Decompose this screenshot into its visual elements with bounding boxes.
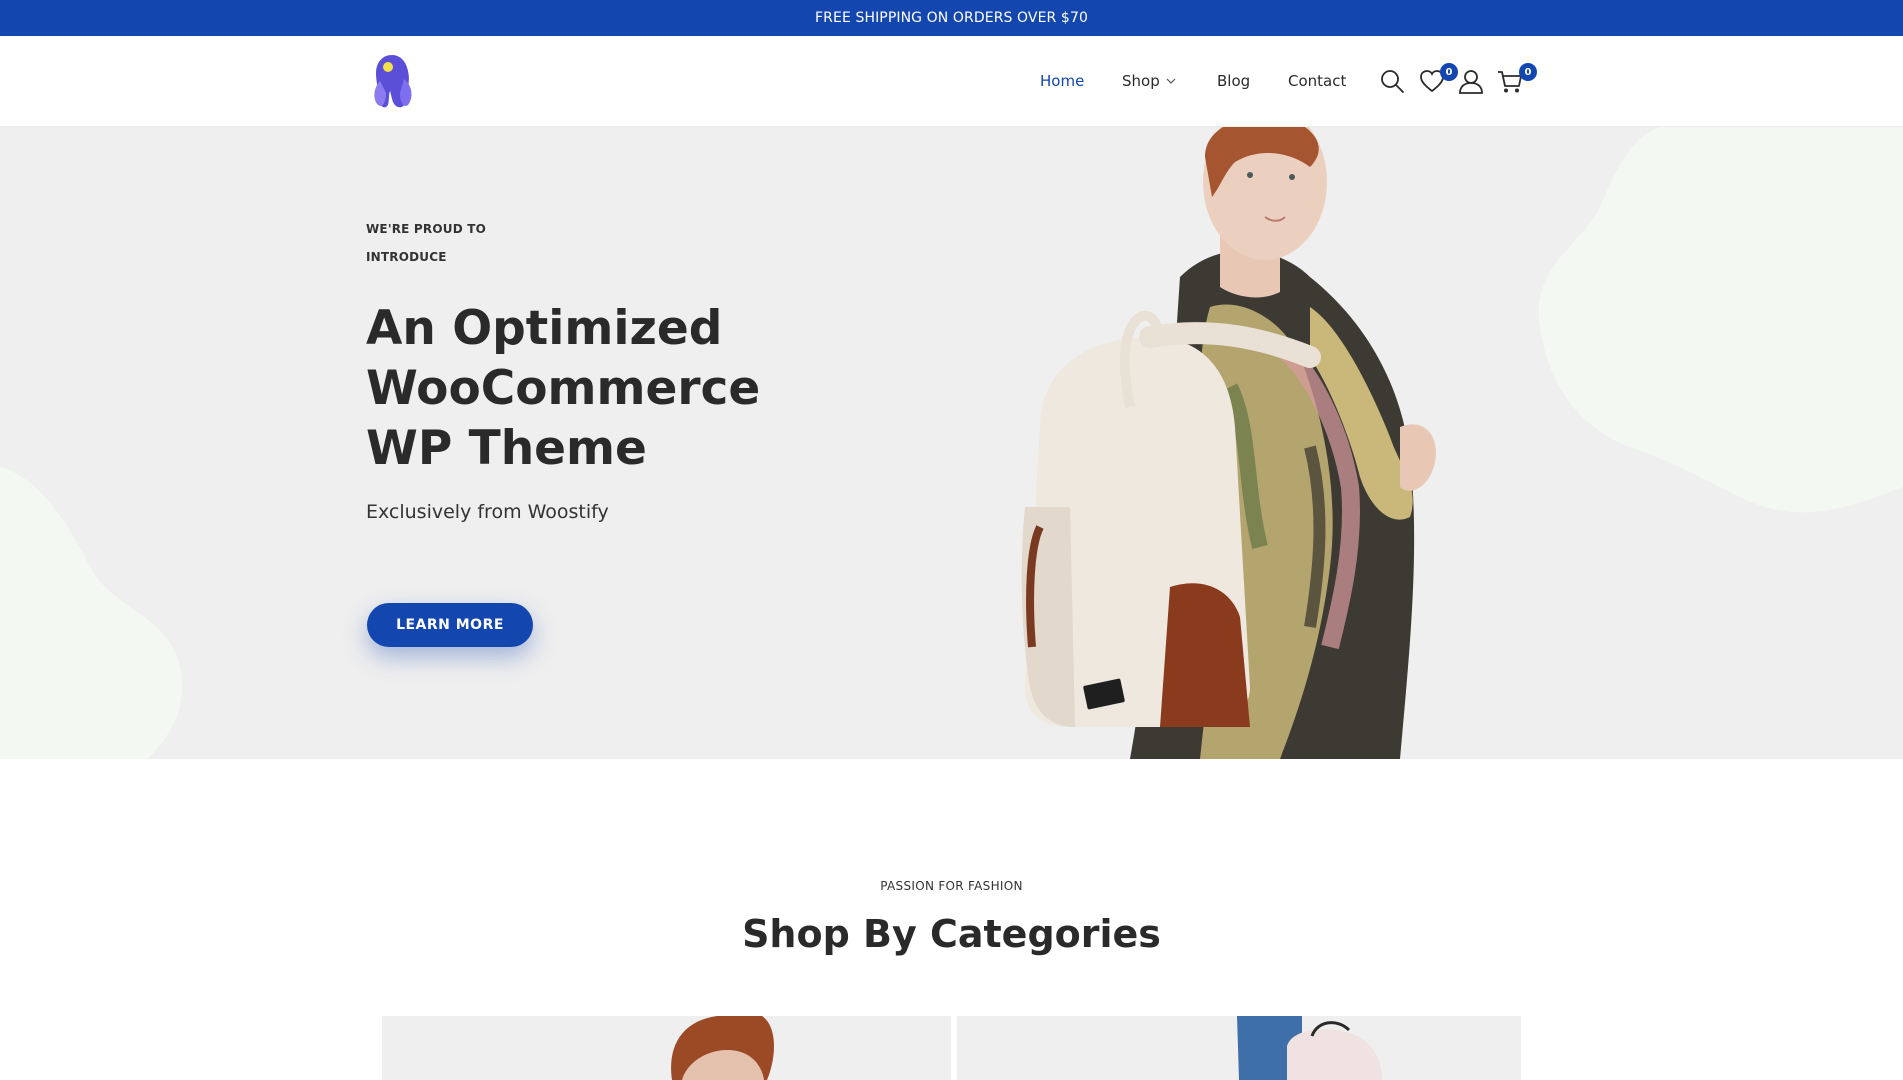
hero-kicker-line1: WE'RE PROUD TO [366, 222, 487, 236]
wishlist-count: 0 [1445, 66, 1453, 78]
category-image-left [671, 1016, 774, 1080]
hero-title-line3: WP Theme [366, 421, 647, 476]
hero-banner: WE'RE PROUD TO INTRODUCE An Optimized Wo… [0, 127, 1903, 759]
nav-contact-label: Contact [1288, 72, 1347, 90]
hero-subtitle: Exclusively from Woostify [366, 501, 609, 523]
nav-home-label: Home [1040, 72, 1085, 90]
nav-shop[interactable]: Shop [1122, 72, 1177, 90]
decorative-blob-right [1538, 127, 1903, 513]
nav-blog-label: Blog [1217, 72, 1251, 90]
wishlist-count-badge: 0 [1440, 63, 1458, 81]
hero-title: An Optimized WooCommerce WP Theme [366, 299, 806, 479]
chevron-down-icon [1166, 78, 1176, 84]
categories-title: Shop By Categories [742, 912, 1161, 956]
learn-more-label: LEARN MORE [396, 617, 504, 633]
search-icon[interactable] [1378, 67, 1406, 95]
announcement-bar: FREE SHIPPING ON ORDERS OVER $70 [0, 0, 1903, 36]
learn-more-button[interactable]: LEARN MORE [367, 603, 533, 647]
hero-title-line2: WooCommerce [366, 361, 761, 416]
site-logo[interactable] [366, 51, 418, 111]
hero-kicker: WE'RE PROUD TO INTRODUCE [366, 215, 566, 271]
category-card-right[interactable] [957, 1016, 1521, 1080]
hero-title-line1: An Optimized [366, 301, 723, 356]
nav-blog[interactable]: Blog [1217, 72, 1250, 90]
nav-shop-label: Shop [1122, 72, 1160, 90]
cart-count-badge: 0 [1519, 63, 1537, 81]
category-image-right [1237, 1016, 1382, 1080]
user-icon[interactable] [1457, 67, 1485, 95]
category-card-left[interactable] [382, 1016, 951, 1080]
nav-contact[interactable]: Contact [1288, 72, 1346, 90]
hero-model-image [1021, 127, 1436, 759]
hero-kicker-line2: INTRODUCE [366, 250, 447, 264]
nav-home[interactable]: Home [1040, 72, 1084, 90]
site-header: Home Shop Blog Contact 0 0 [0, 36, 1903, 127]
announcement-text: FREE SHIPPING ON ORDERS OVER $70 [815, 10, 1088, 26]
categories-kicker: PASSION FOR FASHION [880, 879, 1023, 893]
decorative-blob-left [0, 467, 182, 759]
cart-count: 0 [1524, 66, 1532, 78]
